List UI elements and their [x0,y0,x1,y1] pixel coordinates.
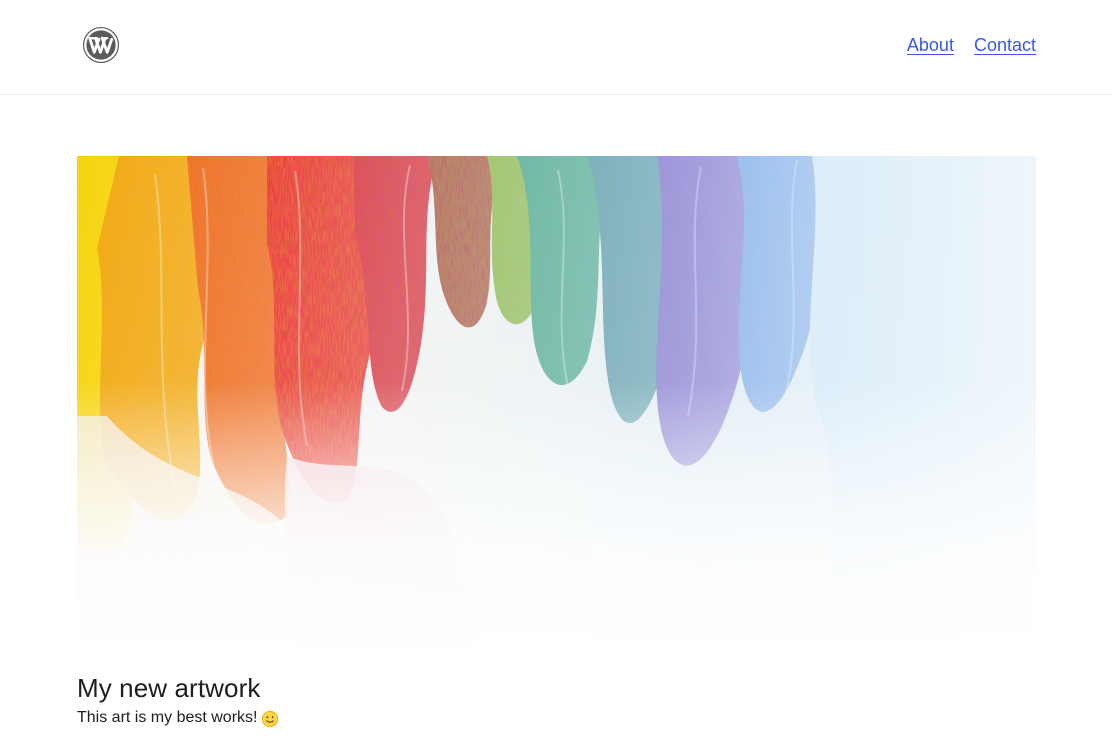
post-excerpt-text: This art is my best works! [77,709,258,726]
wordpress-logo-icon [83,27,119,63]
site-logo-link[interactable] [83,27,119,63]
site-header: About Contact [0,0,1112,95]
featured-image-link[interactable] [77,156,1036,656]
nav-link-contact[interactable]: Contact [974,32,1036,58]
colorful-painting-image [77,156,1036,656]
post-title[interactable]: My new artwork [77,669,260,707]
primary-navigation: About Contact [907,32,1036,58]
nav-link-about[interactable]: About [907,32,954,58]
post-excerpt: This art is my best works! [77,706,279,730]
smiley-icon [261,710,279,728]
